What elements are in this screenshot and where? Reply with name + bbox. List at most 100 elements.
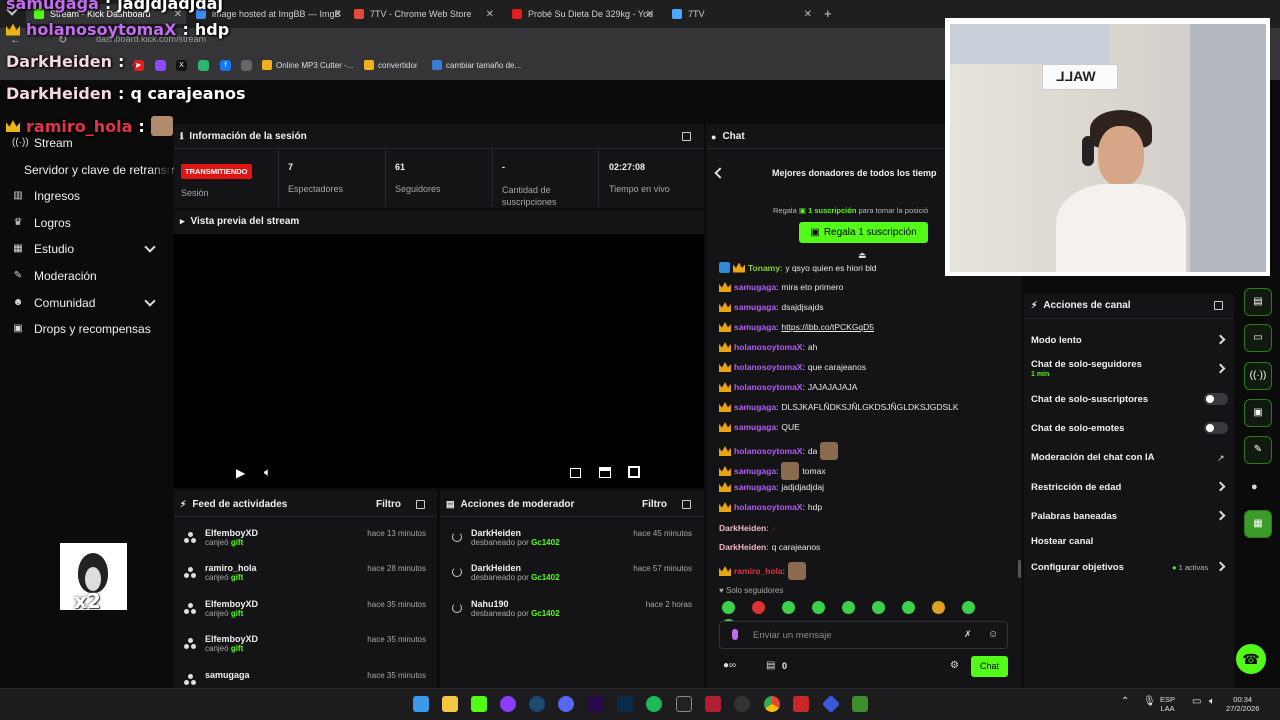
obs-icon[interactable] xyxy=(734,696,750,712)
stream-preview-video[interactable] xyxy=(174,234,704,488)
chat-settings-icon[interactable]: ⚙ xyxy=(950,660,959,671)
bookmark-x-icon[interactable]: X xyxy=(176,60,187,71)
sidebar-item-logros[interactable]: ♛ Logros xyxy=(12,216,71,230)
pip-icon[interactable] xyxy=(599,467,611,478)
clock[interactable]: 00:34 27/2/2026 xyxy=(1226,695,1259,713)
emote-icon[interactable] xyxy=(722,601,735,614)
feed-row[interactable]: ElfemboyXD canjeó gift xyxy=(205,599,258,618)
emote-icon[interactable] xyxy=(782,601,795,614)
chat-input[interactable]: Enviar un mensaje ✗ ☺ xyxy=(719,621,1008,649)
monitor-tray-icon[interactable]: ▭ xyxy=(1192,697,1201,707)
popout-icon[interactable] xyxy=(416,500,425,509)
slow-mode-label[interactable]: Modo lento xyxy=(1031,335,1082,346)
feed-row[interactable]: Nahu190 desbaneado por Gc1402 xyxy=(471,599,560,618)
chat-username[interactable]: holanosoytomaX xyxy=(734,446,802,456)
help-button[interactable]: ☎ xyxy=(1236,644,1266,674)
app-icon[interactable]: ▦ xyxy=(1244,510,1272,538)
notes-icon[interactable]: ▤ xyxy=(1244,288,1272,316)
chat-username[interactable]: holanosoytomaX xyxy=(734,362,802,372)
file-explorer-icon[interactable] xyxy=(442,696,458,712)
bookmark-convertidor[interactable]: convertidor xyxy=(364,60,418,70)
chat-username[interactable]: ramiro_hola xyxy=(734,566,783,576)
emote-icon[interactable] xyxy=(842,601,855,614)
users-icon[interactable]: ● xyxy=(1251,481,1258,493)
wrench-icon[interactable]: ✎ xyxy=(1244,436,1272,464)
media-icon[interactable]: ▣ xyxy=(1244,399,1272,427)
sidebar-item-estudio[interactable]: ▦ Estudio xyxy=(12,242,74,256)
feed-row[interactable]: ElfemboyXD canjeó gift xyxy=(205,528,258,547)
bookmark-twitch-icon[interactable] xyxy=(155,60,166,71)
followers-only-label[interactable]: Chat de solo-seguidores xyxy=(1031,359,1142,370)
capcut-icon[interactable] xyxy=(676,696,692,712)
minecraft-icon[interactable] xyxy=(852,696,868,712)
app-red-icon[interactable] xyxy=(793,696,809,712)
popout-icon[interactable] xyxy=(682,132,691,141)
feed-row[interactable]: samugaga xyxy=(205,670,250,680)
emote-icon[interactable] xyxy=(872,601,885,614)
chat-scrollbar[interactable] xyxy=(1018,560,1021,578)
feed-row[interactable]: ramiro_hola canjeó gift xyxy=(205,563,257,582)
emotes-only-toggle[interactable] xyxy=(1204,422,1228,434)
chat-username[interactable]: samugaga xyxy=(734,482,776,492)
bookmark-green-icon[interactable] xyxy=(198,60,209,71)
discord-icon[interactable] xyxy=(558,696,574,712)
tray-chevron-icon[interactable]: ⌃ xyxy=(1121,697,1129,707)
collapse-icon[interactable]: ⏏ xyxy=(858,250,867,261)
age-restriction-label[interactable]: Restricción de edad xyxy=(1031,482,1121,493)
close-tab-icon[interactable]: ✕ xyxy=(334,9,342,20)
mod-filter-button[interactable]: Filtro xyxy=(642,499,667,510)
users-infinity-icon[interactable]: ●∞ xyxy=(723,660,736,671)
sidebar-item-moderacion[interactable]: ✎ Moderación xyxy=(12,269,97,283)
chat-username[interactable]: samugaga xyxy=(734,322,776,332)
chat-username[interactable]: holanosoytomaX xyxy=(734,342,802,352)
play-icon[interactable]: ▶ xyxy=(236,466,245,480)
theater-mode-icon[interactable] xyxy=(570,468,581,478)
chat-username[interactable]: Tonamy xyxy=(748,263,780,273)
close-tab-icon[interactable]: ✕ xyxy=(646,9,654,20)
chat-username[interactable]: samugaga xyxy=(734,422,776,432)
chat-username[interactable]: samugaga xyxy=(734,282,776,292)
emote-icon[interactable] xyxy=(932,601,945,614)
chat-username[interactable]: holanosoytomaX xyxy=(734,502,802,512)
photoshop-icon[interactable] xyxy=(617,696,633,712)
external-link-icon[interactable]: ↗ xyxy=(1217,453,1225,464)
valorant-icon[interactable] xyxy=(705,696,721,712)
close-tab-icon[interactable]: ✕ xyxy=(486,9,494,20)
broadcast-icon[interactable]: ((·)) xyxy=(1244,362,1272,390)
chat-username[interactable]: DarkHeiden xyxy=(719,523,766,533)
spotify-icon[interactable] xyxy=(646,696,662,712)
ai-moderation-label[interactable]: Moderación del chat con IA xyxy=(1031,452,1155,463)
bookmark-mp3-cutter[interactable]: Online MP3 Cutter -... xyxy=(262,60,353,70)
steam-icon[interactable] xyxy=(529,696,545,712)
emoji-icon[interactable]: ☺ xyxy=(988,629,998,640)
chat-username[interactable]: samugaga xyxy=(734,402,776,412)
mic-tray-icon[interactable]: 🎙︎ xyxy=(1143,697,1156,707)
chrome-icon[interactable] xyxy=(764,696,780,712)
mic-icon[interactable] xyxy=(732,629,738,640)
activity-filter-button[interactable]: Filtro xyxy=(376,499,401,510)
new-tab-button[interactable]: + xyxy=(824,6,832,21)
tab-7tv[interactable]: 7TV ✕ xyxy=(664,4,816,24)
chat-send-button[interactable]: Chat xyxy=(971,656,1008,677)
emote-icon[interactable] xyxy=(962,601,975,614)
emote-icon[interactable] xyxy=(812,601,825,614)
chat-username[interactable]: DarkHeiden xyxy=(719,542,766,552)
close-tab-icon[interactable]: ✕ xyxy=(804,9,812,20)
tab-youtube[interactable]: Probé Su Dieta De 329kg - You ✕ xyxy=(504,4,658,24)
chat-username[interactable]: samugaga xyxy=(734,302,776,312)
sidebar-item-ingresos[interactable]: ▥ Ingresos xyxy=(12,189,80,203)
store-icon[interactable]: ▤ xyxy=(766,660,775,671)
subs-only-toggle[interactable] xyxy=(1204,393,1228,405)
fullscreen-icon[interactable] xyxy=(628,466,640,478)
popout-icon[interactable] xyxy=(682,500,691,509)
volume-icon[interactable]: 🔈︎ xyxy=(264,465,271,480)
feed-row[interactable]: ElfemboyXD canjeó gift xyxy=(205,634,258,653)
volume-tray-icon[interactable]: 🔈︎ xyxy=(1209,697,1215,707)
canva-icon[interactable] xyxy=(500,696,516,712)
sidebar-item-comunidad[interactable]: ☻ Comunidad xyxy=(12,296,96,310)
sidebar-item-drops[interactable]: ▣ Drops y recompensas xyxy=(12,322,150,336)
kick-app-icon[interactable] xyxy=(471,696,487,712)
bookmark-resize[interactable]: cambiar tamaño de... xyxy=(432,60,521,70)
language-indicator[interactable]: ESP LAA xyxy=(1160,695,1175,713)
chat-text[interactable]: https://ibb.co/tPCKGqD5 xyxy=(781,322,874,332)
